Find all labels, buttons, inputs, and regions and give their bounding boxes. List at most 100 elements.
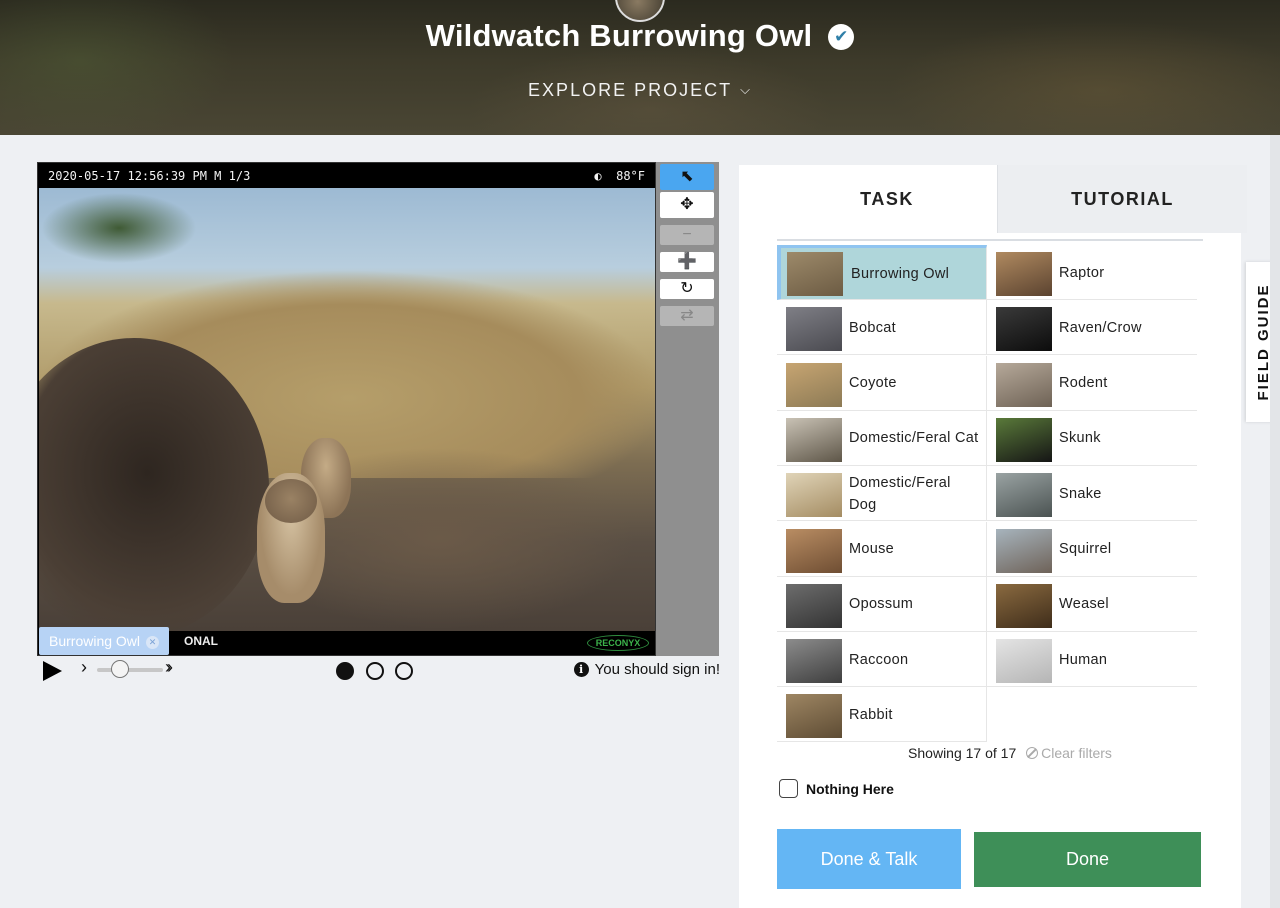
choice-domestic-feral-cat[interactable]: Domestic/Feral Cat <box>777 410 987 466</box>
choice-thumbnail <box>786 694 842 739</box>
zoom-in-button[interactable]: ➕ <box>660 252 714 272</box>
species-choice-grid: Burrowing Owl Bobcat Coyote Domestic/Feral … <box>777 245 1199 743</box>
pointer-icon: ⬉ <box>680 168 694 185</box>
choice-label: Coyote <box>849 375 897 392</box>
choice-opossum[interactable]: Opossum <box>777 576 987 632</box>
clear-filters-button[interactable]: Clear filters <box>1026 745 1112 761</box>
showing-count: Showing 17 of 17 <box>908 745 1017 761</box>
choice-raccoon[interactable]: Raccoon <box>777 632 987 688</box>
choice-thumbnail <box>786 583 842 628</box>
choice-squirrel[interactable]: Squirrel <box>987 522 1197 577</box>
tab-tutorial[interactable]: TUTORIAL <box>997 165 1247 233</box>
choice-rabbit[interactable]: Rabbit <box>777 687 987 743</box>
choice-label: Domestic/Feral Dog <box>849 474 951 513</box>
choice-thumbnail <box>996 473 1052 518</box>
choice-weasel[interactable]: Weasel <box>987 577 1197 632</box>
choice-snake[interactable]: Snake <box>987 466 1197 522</box>
choice-coyote[interactable]: Coyote <box>777 355 987 411</box>
annotation-tag[interactable]: Burrowing Owl ✕ <box>39 627 170 655</box>
subject-viewer: 2020-05-17 12:56:39 PM M 1/3 ◐ 88°F ONAL… <box>37 162 720 657</box>
move-icon: ✥ <box>680 196 694 213</box>
reset-button[interactable]: ⇄ <box>660 306 714 326</box>
frame-dot-2[interactable] <box>365 662 384 680</box>
choice-rodent[interactable]: Rodent <box>987 356 1197 411</box>
choice-thumbnail <box>786 473 842 518</box>
choice-thumbnail <box>996 583 1052 628</box>
playback-controls: › ›› i You should sign in! <box>37 657 720 685</box>
playback-slider-thumb[interactable] <box>110 660 129 678</box>
nothing-here-label: Nothing Here <box>806 781 894 797</box>
explore-project-label: EXPLORE PROJECT <box>528 80 733 100</box>
choice-thumbnail <box>996 639 1052 684</box>
choice-thumbnail <box>996 252 1052 296</box>
choice-raptor[interactable]: Raptor <box>987 245 1197 300</box>
subject-image[interactable]: 2020-05-17 12:56:39 PM M 1/3 ◐ 88°F ONAL… <box>37 162 656 656</box>
nothing-here-checkbox[interactable]: Nothing Here <box>779 779 894 801</box>
rotate-icon: ↻ <box>680 280 694 297</box>
filter-status: Showing 17 of 17 Clear filters <box>739 745 1241 761</box>
playback-slider[interactable] <box>97 668 163 672</box>
camera-temperature-value: 88°F <box>616 169 645 183</box>
tab-task[interactable]: TASK <box>777 165 997 233</box>
zoom-out-button[interactable]: − <box>660 225 714 245</box>
choice-label: Mouse <box>849 541 895 557</box>
choice-domestic-feral-dog[interactable]: Domestic/Feral Dog <box>777 466 987 522</box>
choice-thumbnail <box>786 417 842 462</box>
project-header: Wildwatch Burrowing Owl ✔ EXPLORE PROJECT… <box>0 0 1280 135</box>
choice-thumbnail <box>996 362 1052 407</box>
clear-filters-label: Clear filters <box>1041 745 1112 761</box>
choice-label: Snake <box>1059 485 1102 502</box>
done-and-talk-button[interactable]: Done & Talk <box>777 829 961 889</box>
choice-label: Rabbit <box>849 706 893 723</box>
chevron-down-icon: ⌵ <box>740 82 752 97</box>
choice-thumbnail <box>786 362 842 407</box>
rotate-button[interactable]: ↻ <box>660 279 714 299</box>
close-icon[interactable]: ✕ <box>146 636 160 649</box>
camera-brand-logo: RECONYX <box>587 635 649 651</box>
choice-human[interactable]: Human <box>987 632 1197 688</box>
choice-label: Raccoon <box>849 651 909 668</box>
choice-thumbnail <box>996 528 1052 573</box>
explore-project-menu[interactable]: EXPLORE PROJECT ⌵ <box>0 80 1280 101</box>
tabs-divider <box>777 239 1203 241</box>
zoom-in-icon: ➕ <box>677 253 697 270</box>
task-panel: TASK TUTORIAL Burrowing Owl Bobcat Coyote D… <box>739 165 1247 908</box>
choice-label: Raven/Crow <box>1059 319 1142 336</box>
choice-skunk[interactable]: Skunk <box>987 411 1197 466</box>
move-tool-button[interactable]: ✥ <box>660 192 714 218</box>
choice-label: Domestic/Feral Cat <box>849 430 979 447</box>
annotation-tag-label: Burrowing Owl <box>49 633 141 649</box>
camera-trap-photo <box>39 188 655 631</box>
sign-in-notice: i You should sign in! <box>573 661 720 678</box>
zoom-out-icon: − <box>682 226 692 243</box>
task-tabs: TASK TUTORIAL <box>739 165 1247 233</box>
fast-forward-icon[interactable]: ›› <box>165 657 173 678</box>
pointer-tool-button[interactable]: ⬉ <box>660 164 714 190</box>
project-title-text: Wildwatch Burrowing Owl <box>425 18 813 53</box>
frame-dot-3[interactable] <box>395 662 413 680</box>
checkbox-box[interactable] <box>779 779 798 798</box>
choice-thumbnail <box>996 417 1052 462</box>
project-title: Wildwatch Burrowing Owl ✔ <box>0 18 1280 54</box>
done-button[interactable]: Done <box>974 832 1201 887</box>
choice-burrowing-owl[interactable]: Burrowing Owl <box>777 245 987 300</box>
choice-raven-crow[interactable]: Raven/Crow <box>987 300 1197 356</box>
camera-watermark: ONAL <box>184 634 218 648</box>
reset-icon: ⇄ <box>680 307 694 324</box>
ban-icon <box>1026 747 1039 759</box>
play-icon[interactable] <box>43 661 62 681</box>
scrollbar[interactable] <box>1270 135 1280 908</box>
choice-thumbnail <box>786 639 842 684</box>
choice-mouse[interactable]: Mouse <box>777 521 987 577</box>
choice-label: Weasel <box>1059 596 1109 613</box>
check-circle-icon: ✔ <box>828 24 855 50</box>
choice-label: Burrowing Owl <box>851 265 950 282</box>
choice-label: Bobcat <box>849 319 896 336</box>
choice-thumbnail <box>996 307 1052 352</box>
step-forward-icon[interactable]: › <box>81 657 87 678</box>
choice-thumbnail <box>786 528 842 573</box>
choice-bobcat[interactable]: Bobcat <box>777 300 987 356</box>
frame-dot-1[interactable] <box>336 662 354 680</box>
choice-thumbnail <box>787 252 843 296</box>
choice-label: Human <box>1059 651 1108 668</box>
